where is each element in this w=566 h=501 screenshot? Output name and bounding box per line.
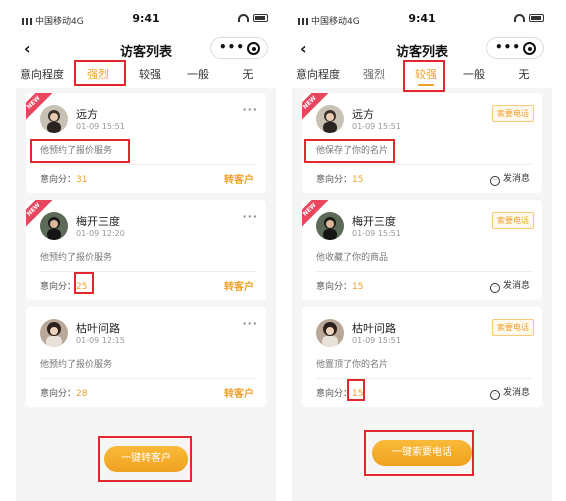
chat-icon: ·· [489,390,500,400]
visitor-name: 梅开三度 [352,215,396,228]
request-phone-button[interactable]: 索要电话 [492,212,534,229]
visit-time: 01-09 15:51 [352,336,401,345]
intent-score: 意向分：15 [316,389,364,399]
tab-normal[interactable]: 一般 [452,62,496,88]
tab-fairly-strong[interactable]: 较强 [404,62,448,88]
avatar [316,105,344,133]
visitor-name: 远方 [352,108,374,121]
more-options-icon[interactable]: ··· [242,210,258,223]
visit-time: 01-09 15:51 [76,122,125,131]
visitor-card[interactable]: 枯叶问路 01-09 15:51 索要电话 他置顶了你的名片 意向分：15 ··… [302,307,542,407]
visitor-name: 枯叶问路 [352,322,396,335]
convert-customer-button[interactable]: 转客户 [224,171,254,186]
visitor-action: 他预约了报价服务 [40,253,113,263]
divider [40,271,256,272]
visitor-card[interactable]: NEW 远方 01-09 15:51 索要电话 他保存了你的名片 意向分：15 … [302,93,542,193]
batch-convert-button[interactable]: 一键转客户 [104,446,188,472]
wifi-icon [514,13,525,22]
convert-customer-button[interactable]: 转客户 [224,278,254,293]
intent-score: 意向分：28 [40,389,88,399]
clock: 9:41 [408,12,436,25]
avatar [40,105,68,133]
send-message-button[interactable]: ·· 发消息 [489,278,530,293]
visit-time: 01-09 12:20 [76,229,125,238]
tab-normal[interactable]: 一般 [176,62,220,88]
intent-score: 意向分：15 [316,175,364,185]
request-phone-button[interactable]: 索要电话 [492,105,534,122]
tab-label: 意向程度 [296,68,340,81]
visitor-name: 梅开三度 [76,215,120,228]
chat-icon: ·· [489,283,500,293]
nav-bar: ‹ 访客列表 ••• [16,37,276,62]
avatar [316,212,344,240]
visit-time: 01-09 12:15 [76,336,125,345]
divider [40,378,256,379]
battery-icon [253,13,268,22]
intent-tabs: 意向程度 强烈 较强 一般 无 [16,62,276,88]
tab-none[interactable]: 无 [502,62,546,88]
divider [316,378,532,379]
divider [316,164,532,165]
divider [316,271,532,272]
visit-time: 01-09 15:51 [352,122,401,131]
visitor-card[interactable]: 枯叶问路 01-09 12:15 ··· 他预约了报价服务 意向分：28 转客户 [26,307,266,407]
visitor-action: 他保存了你的名片 [316,146,389,156]
intent-score: 意向分：25 [40,282,88,292]
phone-screen-right: 中国移动4G 9:41 ‹ 访客列表 ••• 意向程度 强烈 较强 一般 无 N… [292,0,552,501]
more-icon[interactable]: ••• [495,40,521,54]
mini-program-capsule: ••• [210,37,268,59]
more-options-icon[interactable]: ··· [242,103,258,116]
tab-label: 意向程度 [20,68,64,81]
send-message-button[interactable]: ·· 发消息 [489,385,530,400]
visitor-action: 他收藏了你的商品 [316,253,389,263]
close-target-icon[interactable] [247,42,260,55]
visitor-card[interactable]: NEW 梅开三度 01-09 12:20 ··· 他预约了报价服务 意向分：25… [26,200,266,300]
chat-icon: ·· [489,176,500,186]
request-phone-button[interactable]: 索要电话 [492,319,534,336]
tab-strong[interactable]: 强烈 [350,62,398,88]
wifi-icon [238,13,249,22]
intent-score: 意向分：15 [316,282,364,292]
clock: 9:41 [132,12,160,25]
visitor-action: 他预约了报价服务 [40,360,113,370]
visitor-action: 他置顶了你的名片 [316,360,389,370]
visitor-name: 远方 [76,108,98,121]
avatar [316,319,344,347]
tab-fairly-strong[interactable]: 较强 [128,62,172,88]
divider [40,164,256,165]
close-target-icon[interactable] [523,42,536,55]
send-message-button[interactable]: ·· 发消息 [489,171,530,186]
intent-tabs: 意向程度 强烈 较强 一般 无 [292,62,552,88]
more-icon[interactable]: ••• [219,40,245,54]
batch-request-phone-button[interactable]: 一键索要电话 [372,440,472,466]
more-options-icon[interactable]: ··· [242,317,258,330]
nav-bar: ‹ 访客列表 ••• [292,37,552,62]
visitor-action: 他预约了报价服务 [40,146,113,156]
visit-time: 01-09 15:51 [352,229,401,238]
battery-icon [529,13,544,22]
avatar [40,212,68,240]
status-bar: 中国移动4G 9:41 [16,0,276,38]
phone-screen-left: 中国移动4G 9:41 ‹ 访客列表 ••• 意向程度 强烈 较强 一般 无 N… [16,0,276,501]
convert-customer-button[interactable]: 转客户 [224,385,254,400]
visitor-card[interactable]: NEW 远方 01-09 15:51 ··· 他预约了报价服务 意向分：31 转… [26,93,266,193]
tab-strong[interactable]: 强烈 [74,62,122,88]
visitor-card[interactable]: NEW 梅开三度 01-09 15:51 索要电话 他收藏了你的商品 意向分：1… [302,200,542,300]
avatar [40,319,68,347]
tab-none[interactable]: 无 [226,62,270,88]
visitor-name: 枯叶问路 [76,322,120,335]
status-bar: 中国移动4G 9:41 [292,0,552,38]
intent-score: 意向分：31 [40,175,88,185]
mini-program-capsule: ••• [486,37,544,59]
